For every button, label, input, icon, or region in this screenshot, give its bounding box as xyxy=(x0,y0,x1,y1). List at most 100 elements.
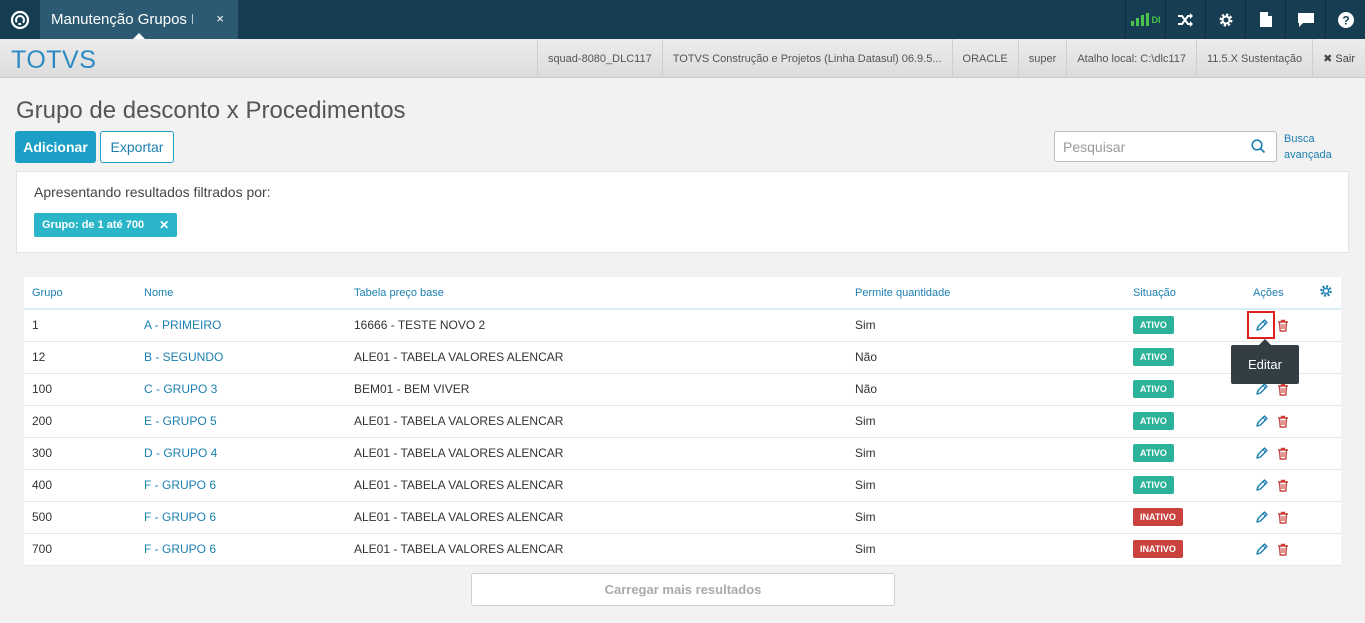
status-badge: ATIVO xyxy=(1133,380,1174,398)
cell-grupo: 300 xyxy=(24,437,136,470)
status-badge: ATIVO xyxy=(1133,348,1174,366)
totvs-logo-icon[interactable] xyxy=(0,0,39,39)
cell-empty xyxy=(1311,437,1341,470)
session-info: squad-8080_DLC117 TOTVS Construção e Pro… xyxy=(536,39,1365,78)
cell-grupo: 500 xyxy=(24,501,136,534)
help-icon[interactable]: ? xyxy=(1325,0,1365,39)
advanced-search-line2: avançada xyxy=(1284,149,1332,161)
info-instance: squad-8080_DLC117 xyxy=(536,39,662,78)
trash-icon[interactable] xyxy=(1275,477,1291,493)
chat-icon[interactable] xyxy=(1285,0,1325,39)
trash-icon[interactable] xyxy=(1275,541,1291,557)
cell-empty xyxy=(1311,341,1341,374)
column-header-permite[interactable]: Permite quantidade xyxy=(847,277,1125,310)
cell-nome-link[interactable]: A - PRIMEIRO xyxy=(136,309,346,342)
page-title: Grupo de desconto x Procedimentos xyxy=(16,97,406,124)
filter-panel: Apresentando resultados filtrados por: G… xyxy=(16,171,1349,253)
table-row: 400 F - GRUPO 6 ALE01 - TABELA VALORES ALE… xyxy=(24,469,1341,502)
cell-nome-link[interactable]: F - GRUPO 6 xyxy=(136,533,346,566)
status-badge: INATIVO xyxy=(1133,508,1183,526)
edit-icon[interactable] xyxy=(1253,413,1269,429)
cell-tabela: ALE01 - TABELA VALORES ALENCAR xyxy=(346,501,847,534)
search-icon[interactable] xyxy=(1251,139,1266,157)
cell-situacao: ATIVO xyxy=(1125,309,1245,342)
cell-acoes xyxy=(1245,469,1311,502)
status-badge: ATIVO xyxy=(1133,316,1174,335)
exit-button[interactable]: ✖ Sair xyxy=(1312,39,1365,78)
table-row: 12 B - SEGUNDO ALE01 - TABELA VALORES ALEN… xyxy=(24,341,1341,374)
cell-situacao: INATIVO xyxy=(1125,501,1245,534)
search-input[interactable] xyxy=(1055,132,1235,161)
trash-icon[interactable] xyxy=(1275,509,1291,525)
signal-icon[interactable]: DI xyxy=(1125,0,1165,39)
load-more-button[interactable]: Carregar mais resultados xyxy=(471,573,895,606)
cell-permite: Sim xyxy=(847,469,1125,502)
column-header-nome[interactable]: Nome xyxy=(136,277,346,310)
close-icon[interactable]: ✕ xyxy=(159,218,169,232)
edit-icon[interactable] xyxy=(1253,477,1269,493)
info-version: 11.5.X Sustentação xyxy=(1195,39,1312,78)
column-header-acoes: Ações xyxy=(1245,277,1311,310)
export-button[interactable]: Exportar xyxy=(100,131,174,163)
column-header-grupo[interactable]: Grupo xyxy=(24,277,136,310)
cell-permite: Sim xyxy=(847,501,1125,534)
cell-nome-link[interactable]: B - SEGUNDO xyxy=(136,341,346,374)
cell-permite: Sim xyxy=(847,405,1125,438)
tab-close-icon[interactable]: × xyxy=(216,11,224,26)
cell-acoes xyxy=(1245,405,1311,438)
edit-icon[interactable] xyxy=(1253,509,1269,525)
cell-acoes xyxy=(1245,501,1311,534)
tab-label: Manutenção Grupos D xyxy=(51,11,193,28)
cell-nome-link[interactable]: F - GRUPO 6 xyxy=(136,501,346,534)
filter-chip[interactable]: Grupo: de 1 até 700 ✕ xyxy=(34,213,178,237)
cell-situacao: ATIVO xyxy=(1125,437,1245,470)
cell-acoes xyxy=(1245,309,1311,342)
cell-nome-link[interactable]: D - GRUPO 4 xyxy=(136,437,346,470)
add-button[interactable]: Adicionar xyxy=(15,131,96,163)
trash-icon[interactable] xyxy=(1275,317,1291,333)
svg-text:?: ? xyxy=(1342,13,1349,27)
cell-tabela: ALE01 - TABELA VALORES ALENCAR xyxy=(346,533,847,566)
cell-nome-link[interactable]: C - GRUPO 3 xyxy=(136,373,346,406)
table-row: 700 F - GRUPO 6 ALE01 - TABELA VALORES ALE… xyxy=(24,533,1341,566)
trash-icon[interactable] xyxy=(1275,445,1291,461)
cell-permite: Sim xyxy=(847,309,1125,342)
document-icon[interactable] xyxy=(1245,0,1285,39)
table-row: 100 C - GRUPO 3 BEM01 - BEM VIVER Não ATIVO xyxy=(24,373,1341,406)
cell-situacao: ATIVO xyxy=(1125,405,1245,438)
cell-tabela: ALE01 - TABELA VALORES ALENCAR xyxy=(346,437,847,470)
cell-tabela: BEM01 - BEM VIVER xyxy=(346,373,847,406)
signal-label: DI xyxy=(1151,14,1161,25)
cell-grupo: 100 xyxy=(24,373,136,406)
table-row: 500 F - GRUPO 6 ALE01 - TABELA VALORES ALE… xyxy=(24,501,1341,534)
tooltip-text: Editar xyxy=(1248,357,1282,372)
cell-nome-link[interactable]: E - GRUPO 5 xyxy=(136,405,346,438)
cell-grupo: 400 xyxy=(24,469,136,502)
edit-tooltip: Editar xyxy=(1231,339,1299,384)
advanced-search-link[interactable]: Busca avançada xyxy=(1284,131,1344,163)
top-bar: Manutenção Grupos D × DI ? xyxy=(0,0,1365,40)
shuffle-icon[interactable] xyxy=(1165,0,1205,39)
cell-acoes xyxy=(1245,437,1311,470)
edit-icon[interactable] xyxy=(1247,311,1275,340)
edit-icon[interactable] xyxy=(1253,541,1269,557)
app-tab[interactable]: Manutenção Grupos D × xyxy=(40,0,238,40)
table-header: Grupo Nome Tabela preço base Permite qua… xyxy=(24,277,1341,310)
cell-empty xyxy=(1311,533,1341,566)
cell-situacao: ATIVO xyxy=(1125,373,1245,406)
column-header-tabela[interactable]: Tabela preço base xyxy=(346,277,847,310)
filter-chip-label: Grupo: de 1 até 700 xyxy=(42,219,145,231)
cell-nome-link[interactable]: F - GRUPO 6 xyxy=(136,469,346,502)
column-header-situacao[interactable]: Situação xyxy=(1125,277,1245,310)
cell-grupo: 1 xyxy=(24,309,136,342)
edit-icon[interactable] xyxy=(1253,445,1269,461)
column-settings-icon[interactable] xyxy=(1311,277,1341,310)
status-badge: ATIVO xyxy=(1133,476,1174,494)
cell-grupo: 700 xyxy=(24,533,136,566)
cell-grupo: 200 xyxy=(24,405,136,438)
status-badge: INATIVO xyxy=(1133,540,1183,558)
gear-icon[interactable] xyxy=(1205,0,1245,39)
trash-icon[interactable] xyxy=(1275,413,1291,429)
cell-situacao: ATIVO xyxy=(1125,469,1245,502)
cell-empty xyxy=(1311,373,1341,406)
